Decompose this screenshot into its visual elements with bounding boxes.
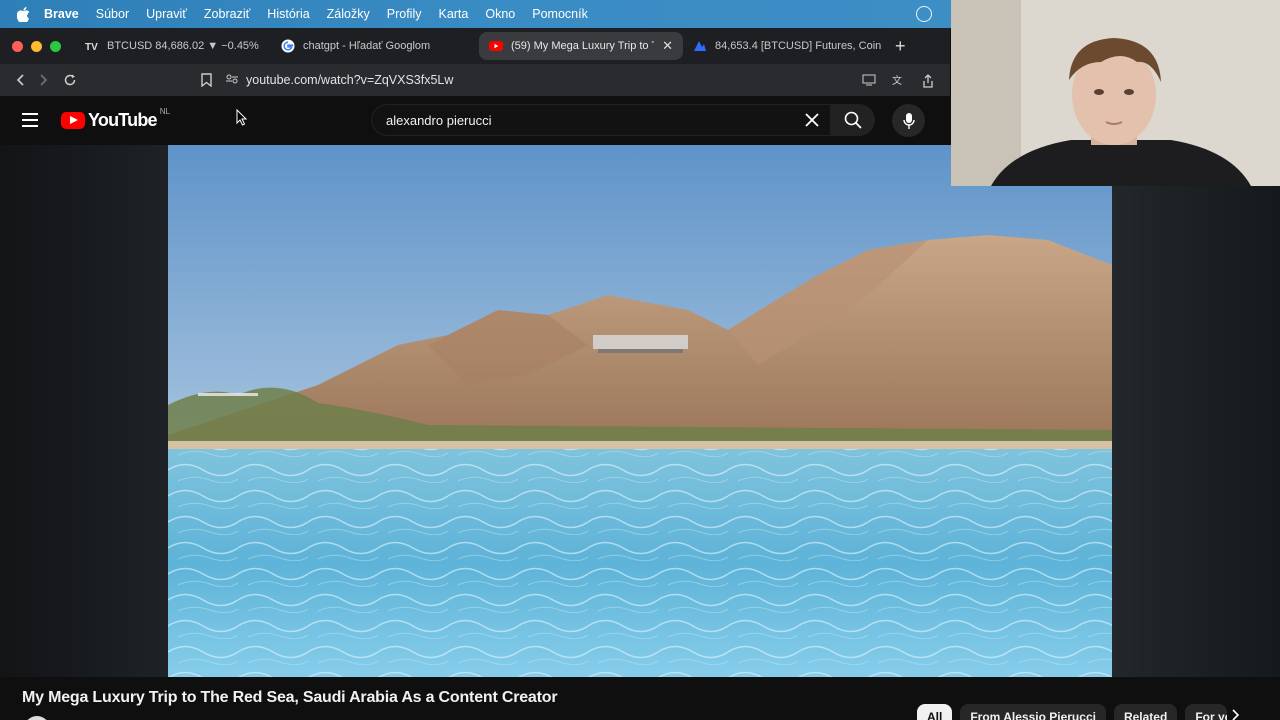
coinbase-icon bbox=[693, 39, 707, 53]
new-tab-button[interactable]: + bbox=[895, 36, 906, 57]
apple-menu-icon[interactable] bbox=[16, 6, 30, 22]
cast-icon[interactable] bbox=[862, 74, 876, 86]
tab-youtube-active[interactable]: (59) My Mega Luxury Trip to T ✕ bbox=[479, 32, 683, 60]
youtube-wordmark: YouTube bbox=[88, 110, 158, 130]
search-input[interactable]: alexandro pierucci bbox=[371, 104, 831, 136]
youtube-icon bbox=[489, 39, 503, 53]
menu-history[interactable]: História bbox=[267, 7, 309, 21]
menu-profiles[interactable]: Profily bbox=[387, 7, 422, 21]
mouse-cursor-icon bbox=[236, 109, 248, 126]
country-code: NL bbox=[159, 107, 170, 116]
chip-for-you[interactable]: For yo bbox=[1185, 704, 1228, 720]
video-title: My Mega Luxury Trip to The Red Sea, Saud… bbox=[22, 689, 558, 706]
menu-window[interactable]: Okno bbox=[485, 7, 515, 21]
youtube-logo[interactable]: YouTube NL bbox=[61, 107, 170, 131]
tab-title: 84,653.4 [BTCUSD] Futures, Coin bbox=[715, 40, 881, 52]
menu-edit[interactable]: Upraviť bbox=[146, 7, 187, 21]
chip-related[interactable]: Related bbox=[1113, 704, 1178, 720]
menu-file[interactable]: Súbor bbox=[96, 7, 129, 21]
search-query: alexandro pierucci bbox=[386, 112, 492, 128]
tab-tradingview[interactable]: TV BTCUSD 84,686.02 ▼ −0.45% Un bbox=[75, 32, 271, 60]
clear-search-icon[interactable] bbox=[802, 110, 822, 130]
tab-coinbase[interactable]: 84,653.4 [BTCUSD] Futures, Coin bbox=[683, 32, 891, 60]
menu-tab[interactable]: Karta bbox=[438, 7, 468, 21]
video-stage bbox=[0, 145, 1280, 677]
vpn-globe-icon[interactable] bbox=[916, 6, 932, 22]
ambient-glow-right bbox=[1112, 185, 1280, 677]
close-window-button[interactable] bbox=[12, 40, 23, 52]
tab-google[interactable]: chatgpt - Hľadať Googlom bbox=[271, 32, 471, 60]
svg-text:文: 文 bbox=[892, 74, 902, 86]
fullscreen-window-button[interactable] bbox=[50, 40, 61, 52]
menu-view[interactable]: Zobraziť bbox=[204, 7, 250, 21]
menu-bookmarks[interactable]: Záložky bbox=[327, 7, 370, 21]
forward-arrow-icon[interactable] bbox=[32, 68, 56, 92]
hamburger-menu-icon[interactable] bbox=[22, 113, 38, 127]
browser-tab-strip: TV BTCUSD 84,686.02 ▼ −0.45% Un chatgpt … bbox=[0, 28, 950, 64]
back-arrow-icon[interactable] bbox=[8, 68, 32, 92]
ambient-glow-left bbox=[0, 145, 168, 677]
close-tab-icon[interactable]: ✕ bbox=[662, 38, 673, 54]
menu-help[interactable]: Pomocník bbox=[532, 7, 588, 21]
screen: Brave Súbor Upraviť Zobraziť História Zá… bbox=[0, 0, 1280, 720]
minimize-window-button[interactable] bbox=[31, 40, 42, 52]
translate-icon[interactable]: 文 bbox=[892, 74, 906, 87]
menu-app-brave[interactable]: Brave bbox=[44, 7, 79, 21]
url-text: youtube.com/watch?v=ZqVXS3fx5Lw bbox=[246, 73, 454, 87]
reload-icon[interactable] bbox=[58, 68, 82, 92]
google-icon bbox=[281, 39, 295, 53]
webcam-overlay bbox=[951, 0, 1280, 186]
svg-text:TV: TV bbox=[85, 42, 98, 51]
youtube-header: YouTube NL alexandro pierucci bbox=[0, 96, 950, 145]
youtube-play-icon bbox=[61, 112, 85, 129]
chip-all[interactable]: All bbox=[917, 704, 953, 720]
related-filter-chips: All From Alessio Pierucci Related For yo bbox=[917, 704, 1228, 720]
video-frame-desert-pool bbox=[168, 145, 1112, 677]
tradingview-icon: TV bbox=[85, 39, 99, 53]
site-settings-icon[interactable] bbox=[226, 73, 238, 87]
search-icon bbox=[844, 111, 862, 129]
chevron-right-icon[interactable] bbox=[1232, 708, 1240, 720]
channel-avatar[interactable] bbox=[24, 716, 50, 720]
chip-from-channel[interactable]: From Alessio Pierucci bbox=[960, 704, 1106, 720]
bookmark-icon[interactable] bbox=[194, 68, 218, 92]
share-icon[interactable] bbox=[922, 74, 936, 88]
video-player[interactable] bbox=[168, 145, 1112, 677]
tab-title: BTCUSD 84,686.02 ▼ −0.45% Un bbox=[107, 40, 261, 52]
search-button[interactable] bbox=[831, 104, 875, 136]
window-controls bbox=[12, 40, 61, 52]
microphone-icon bbox=[902, 112, 915, 129]
tab-title: (59) My Mega Luxury Trip to T bbox=[511, 40, 655, 52]
address-bar[interactable]: youtube.com/watch?v=ZqVXS3fx5Lw 文 bbox=[226, 68, 946, 92]
tab-title: chatgpt - Hľadať Googlom bbox=[303, 40, 431, 52]
address-actions: 文 bbox=[862, 74, 936, 88]
person-webcam-image bbox=[951, 0, 1280, 186]
browser-toolbar: youtube.com/watch?v=ZqVXS3fx5Lw 文 bbox=[0, 64, 950, 96]
voice-search-button[interactable] bbox=[892, 104, 925, 137]
